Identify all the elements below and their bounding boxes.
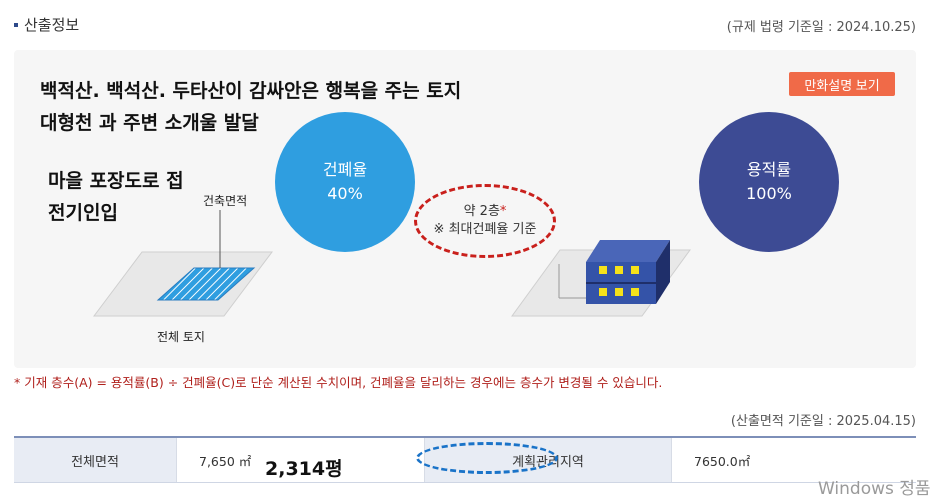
bcr-title: 건폐율 [322,160,368,179]
cartoon-explain-button[interactable]: 만화설명 보기 [789,72,895,96]
building-icon [586,240,670,304]
regulation-date: (규제 법령 기준일 : 2024.10.25) [726,20,916,35]
calc-area-date: (산출면적 기준일 : 2025.04.15) [730,414,916,429]
floors-asterisk: * [499,204,507,219]
annotation-line-3: 마을 포장도로 접 [48,170,184,192]
floors-value-line: 약 2층* [464,203,507,221]
bcr-value: 40% [327,184,363,203]
floors-estimate: 약 2층* ※ 최대건폐율 기준 [414,184,556,258]
total-area-header: 전체면적 [14,438,176,482]
pyeong-annotation: 2,314평 [265,458,343,480]
annotation-line-2: 대형천 과 주변 소개울 발달 [40,112,259,134]
bullet-square-icon [14,22,18,27]
floor-area-ratio-circle: 용적률 100% [699,112,839,252]
far-value: 100% [746,184,792,203]
diagram-panel: 백적산. 백석산. 두타산이 감싸안은 행복을 주는 토지 대형천 과 주변 소… [14,50,916,368]
floors-value: 약 2층 [463,204,500,219]
total-land-label: 전체 토지 [157,330,205,344]
building-coverage-ratio-circle: 건폐율 40% [275,112,415,252]
section-title: 산출정보 [14,14,79,35]
far-title: 용적률 [746,160,792,179]
floors-basis: ※ 최대건폐율 기준 [433,222,537,237]
zone-highlight-ellipse [416,442,558,474]
section-title-text: 산출정보 [24,16,80,34]
floor-calc-note: * 기재 층수(A) = 용적률(B) ÷ 건폐율(C)로 단순 계산된 수치이… [14,375,663,390]
annotation-line-4: 전기인입 [48,202,118,224]
annotation-line-1: 백적산. 백석산. 두타산이 감싸안은 행복을 주는 토지 [40,80,462,102]
building-area-label: 건축면적 [203,194,248,208]
